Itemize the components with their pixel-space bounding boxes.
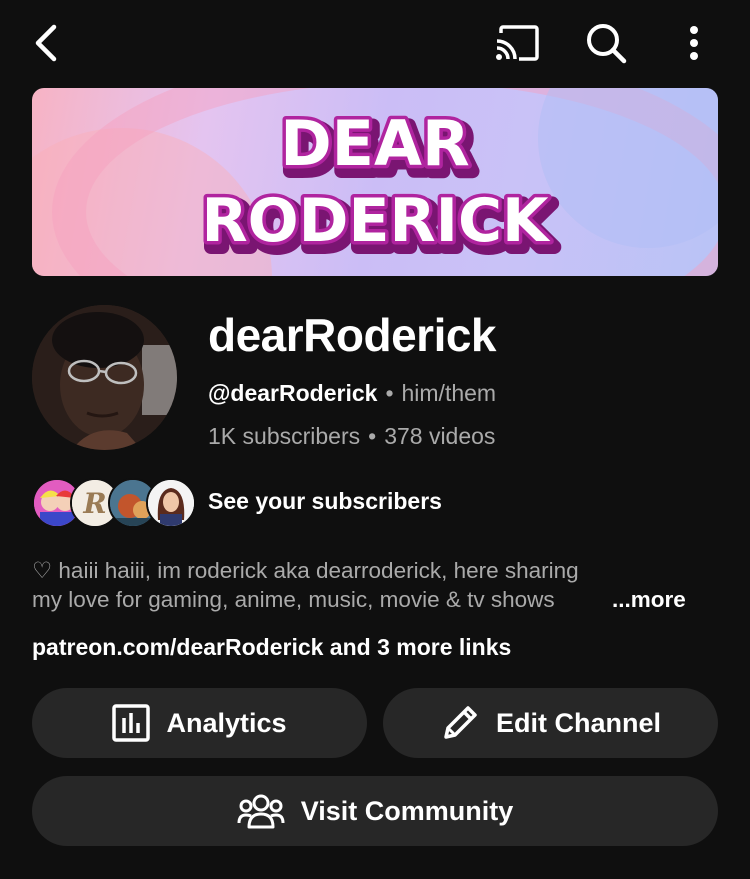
avatar-photo [32,305,177,450]
channel-stats-row: 1K subscribers • 378 videos [208,423,495,450]
see-subscribers-label: See your subscribers [208,488,442,514]
channel-handle-row: @dearRoderick • him/them [208,380,496,407]
see-subscribers-row[interactable]: R See your subscribers [32,478,632,528]
top-app-bar [0,0,750,88]
separator-dot: • [385,380,394,406]
separator-dot: • [368,423,377,449]
edit-channel-label: Edit Channel [495,707,661,738]
channel-banner: DEAR DEAR RODERICK RODERICK [32,88,718,276]
svg-text:R: R [82,487,106,520]
analytics-button[interactable]: Analytics [32,688,367,758]
cast-icon [496,25,539,61]
back-icon [35,24,57,62]
channel-name: dearRoderick [208,309,497,361]
more-link[interactable]: ...more [610,585,686,614]
description-line-truncated: my love for gaming, anime, music, movie … [32,585,722,614]
subscriber-avatar [146,478,196,528]
visit-community-label: Visit Community [300,795,514,826]
channel-description[interactable]: ♡ haiii haiii, im roderick aka dearroder… [32,556,722,614]
banner-title-line1: DEAR [280,107,470,180]
channel-pronouns: him/them [401,380,497,406]
more-options-button[interactable] [670,19,718,67]
cast-button[interactable] [493,19,541,67]
analytics-icon [112,704,151,742]
pencil-icon [440,703,480,743]
channel-avatar[interactable] [32,305,177,450]
channel-links[interactable]: patreon.com/dearRoderick and 3 more link… [32,634,511,661]
banner-logo: DEAR DEAR RODERICK RODERICK [198,104,562,270]
subscriber-count: 1K subscribers [208,423,361,449]
analytics-label: Analytics [166,707,287,738]
community-icon [237,791,285,831]
description-line: my love for gaming, anime, music, movie … [32,587,555,612]
more-vertical-icon [690,26,698,60]
back-button[interactable] [22,19,70,67]
edit-channel-button[interactable]: Edit Channel [383,688,718,758]
banner-title-line2: RODERICK [201,186,551,256]
channel-handle[interactable]: @dearRoderick [208,380,377,406]
search-button[interactable] [582,19,630,67]
search-icon [587,24,627,64]
video-count: 378 videos [384,423,496,449]
visit-community-button[interactable]: Visit Community [32,776,718,846]
description-line: ♡ haiii haiii, im roderick aka dearroder… [32,558,579,583]
